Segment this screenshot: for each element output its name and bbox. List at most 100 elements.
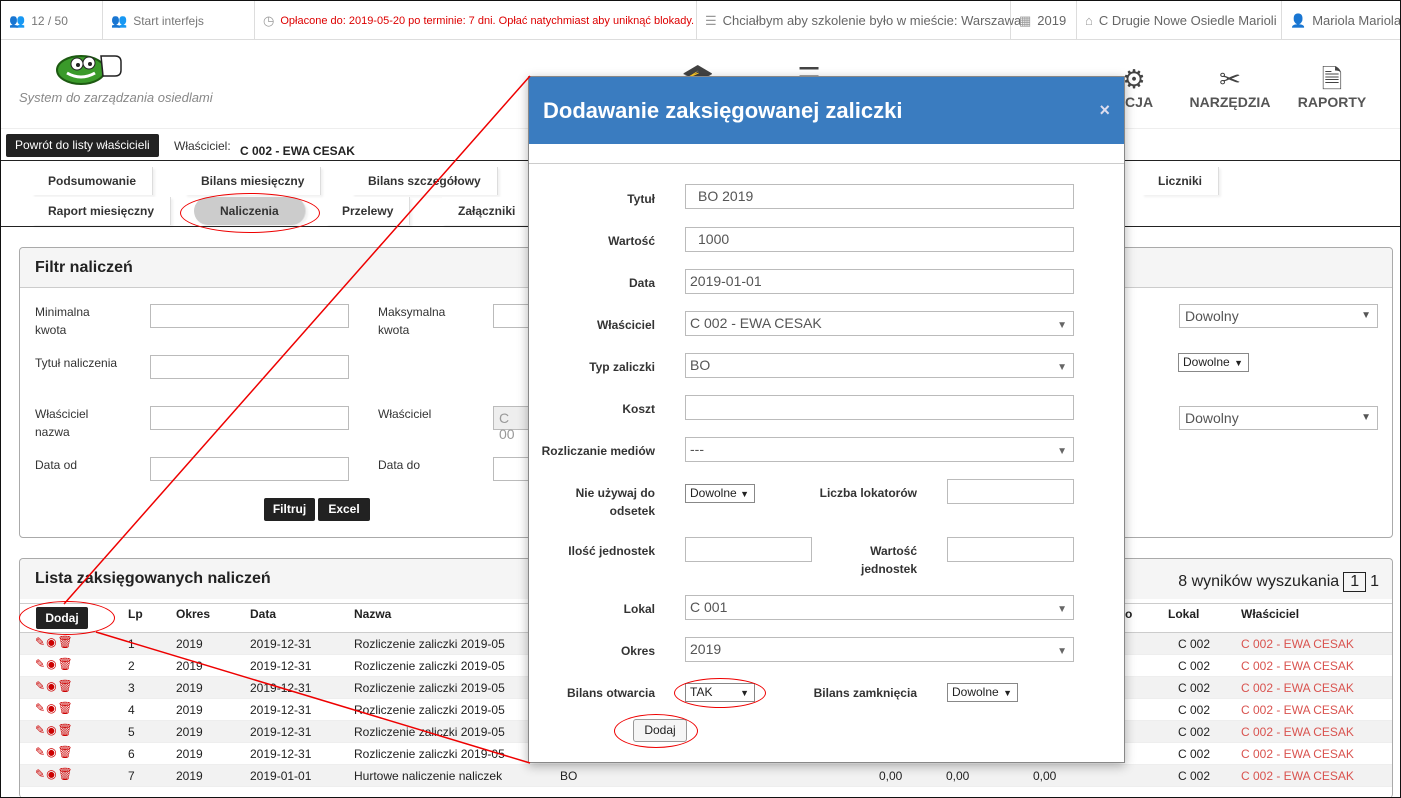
chevron-down-icon: ▼ xyxy=(1057,646,1067,657)
page-input[interactable]: 1 xyxy=(1343,572,1367,592)
unit-value-input[interactable] xyxy=(947,537,1074,562)
eye-icon[interactable]: ◉ xyxy=(46,701,57,715)
charge-title-input[interactable] xyxy=(150,355,349,379)
cell-owner[interactable]: C 002 - EWA CESAK xyxy=(1241,637,1354,651)
payment-notice[interactable]: ◷ Opłacone do: 2019-05-20 po terminie: 7 … xyxy=(255,1,697,40)
users-count-item[interactable]: 👥 12 / 50 xyxy=(1,1,103,40)
date-to-label: Data do xyxy=(378,458,421,472)
pencil-icon[interactable]: ✎ xyxy=(35,657,46,671)
top-bar: 👥 12 / 50 👥 Start interfejs ◷ Opłacone do: … xyxy=(1,1,1401,40)
filter-select-small[interactable]: Dowolne ▼ xyxy=(1178,353,1249,372)
eye-icon[interactable]: ◉ xyxy=(46,679,57,693)
year-item[interactable]: ▦ 2019 xyxy=(1011,1,1077,40)
filter-select-small-value: Dowolne xyxy=(1183,355,1230,369)
unit-select-value: C 001 xyxy=(690,599,728,615)
cell-owner[interactable]: C 002 - EWA CESAK xyxy=(1241,769,1354,783)
date-to-input[interactable] xyxy=(493,457,529,481)
owner-select[interactable]: C 002 - EWA CESAK ▼ xyxy=(685,311,1074,336)
trash-icon[interactable]: 🗑 xyxy=(58,767,74,781)
filter-button[interactable]: Filtruj xyxy=(264,498,315,521)
modal-add-button[interactable]: Dodaj xyxy=(633,719,687,742)
pencil-icon[interactable]: ✎ xyxy=(35,679,46,693)
excel-button[interactable]: Excel xyxy=(318,498,370,521)
cost-input[interactable] xyxy=(685,395,1074,420)
period-select[interactable]: 2019 ▼ xyxy=(685,637,1074,662)
col-name[interactable]: Nazwa xyxy=(354,607,391,621)
eye-icon[interactable]: ◉ xyxy=(46,767,57,781)
units-count-input[interactable] xyxy=(685,537,812,562)
pencil-icon[interactable]: ✎ xyxy=(35,635,46,649)
col-owner[interactable]: Właściciel xyxy=(1241,607,1299,621)
modal-divider xyxy=(529,163,1124,164)
eye-icon[interactable]: ◉ xyxy=(46,723,57,737)
filter-select-1[interactable]: Dowolny ▼ xyxy=(1179,304,1378,328)
add-charge-button[interactable]: Dodaj xyxy=(36,607,88,629)
col-lp[interactable]: Lp xyxy=(128,607,143,621)
trash-icon[interactable]: 🗑 xyxy=(58,635,74,649)
trash-icon[interactable]: 🗑 xyxy=(58,657,74,671)
value-input[interactable]: 1000 xyxy=(685,227,1074,252)
nav-tools[interactable]: ✂ NARZĘDZIA xyxy=(1188,64,1272,110)
cell-owner[interactable]: C 002 - EWA CESAK xyxy=(1241,725,1354,739)
cell-owner[interactable]: C 002 - EWA CESAK xyxy=(1241,703,1354,717)
media-settlement-select[interactable]: --- ▼ xyxy=(685,437,1074,462)
closing-balance-select[interactable]: Dowolne ▼ xyxy=(947,683,1018,702)
cell-owner[interactable]: C 002 - EWA CESAK xyxy=(1241,659,1354,673)
estate-item[interactable]: ⌂ C Drugie Nowe Osiedle Marioli xyxy=(1077,1,1282,40)
cell-owner[interactable]: C 002 - EWA CESAK xyxy=(1241,747,1354,761)
logo[interactable] xyxy=(55,50,125,86)
trash-icon[interactable]: 🗑 xyxy=(58,723,74,737)
table-row[interactable]: ✎◉🗑 7 2019 2019-01-01 Hurtowe naliczenie nal… xyxy=(20,765,1392,787)
col-date[interactable]: Data xyxy=(250,607,276,621)
min-amount-input[interactable] xyxy=(150,304,349,328)
tab-charges[interactable]: Naliczenia xyxy=(194,197,306,225)
tenants-count-input[interactable] xyxy=(947,479,1074,504)
pencil-icon[interactable]: ✎ xyxy=(35,723,46,737)
title-input[interactable]: BO 2019 xyxy=(685,184,1074,209)
eye-icon[interactable]: ◉ xyxy=(46,635,57,649)
pencil-icon[interactable]: ✎ xyxy=(35,767,46,781)
tenants-count-label: Liczba lokatorów xyxy=(819,486,917,500)
training-city-item[interactable]: ☰ Chciałbym aby szkolenie było w mieście:… xyxy=(697,1,1021,40)
tab-monthly-balance[interactable]: Bilans miesięczny xyxy=(185,167,322,195)
date-from-input[interactable] xyxy=(150,457,349,481)
pencil-icon[interactable]: ✎ xyxy=(35,701,46,715)
eye-icon[interactable]: ◉ xyxy=(46,745,57,759)
close-icon[interactable]: × xyxy=(1099,77,1110,144)
filter-select-2[interactable]: Dowolny ▼ xyxy=(1179,406,1378,430)
unit-value-label: Wartość jednostek xyxy=(860,544,917,576)
trash-icon[interactable]: 🗑 xyxy=(58,701,74,715)
eye-icon[interactable]: ◉ xyxy=(46,657,57,671)
tab-attachments[interactable]: Załączniki xyxy=(442,197,533,225)
trash-icon[interactable]: 🗑 xyxy=(58,679,74,693)
period-select-value: 2019 xyxy=(690,641,722,657)
owner-name-input[interactable] xyxy=(150,406,349,430)
owner-filter-select[interactable]: C 00 xyxy=(493,406,529,442)
tab-transfers[interactable]: Przelewy xyxy=(326,197,411,225)
units-count-label: Ilość jednostek xyxy=(568,544,655,558)
add-advance-modal: Dodawanie zaksięgowanej zaliczki × Tytuł… xyxy=(528,76,1125,763)
cell-owner[interactable]: C 002 - EWA CESAK xyxy=(1241,681,1354,695)
tab-monthly-report[interactable]: Raport miesięczny xyxy=(32,197,172,225)
pencil-icon[interactable]: ✎ xyxy=(35,745,46,759)
col-unit[interactable]: Lokal xyxy=(1168,607,1199,621)
advance-type-value: BO xyxy=(690,357,711,373)
tab-summary[interactable]: Podsumowanie xyxy=(32,167,154,195)
nav-reports[interactable]: 🗎 RAPORTY xyxy=(1296,64,1368,110)
tab-detailed-balance[interactable]: Bilans szczegółowy xyxy=(352,167,498,195)
max-amount-input[interactable] xyxy=(493,304,529,328)
tab-meters[interactable]: Liczniki xyxy=(1142,167,1220,195)
trash-icon[interactable]: 🗑 xyxy=(58,745,74,759)
chevron-down-icon: ▼ xyxy=(740,688,749,698)
opening-balance-select[interactable]: TAK ▼ xyxy=(685,683,755,702)
start-interface-link[interactable]: 👥 Start interfejs xyxy=(103,1,255,40)
advance-type-select[interactable]: BO ▼ xyxy=(685,353,1074,378)
col-partial[interactable]: o xyxy=(1125,607,1132,621)
user-item[interactable]: 👤 Mariola Mariola xyxy=(1282,1,1401,40)
back-to-owners-button[interactable]: Powrót do listy właścicieli xyxy=(6,134,159,157)
last-page[interactable]: 1 xyxy=(1370,573,1379,590)
unit-select[interactable]: C 001 ▼ xyxy=(685,595,1074,620)
no-interest-select[interactable]: Dowolne ▼ xyxy=(685,484,755,503)
col-period[interactable]: Okres xyxy=(176,607,210,621)
date-input[interactable]: 2019-01-01 xyxy=(685,269,1074,294)
